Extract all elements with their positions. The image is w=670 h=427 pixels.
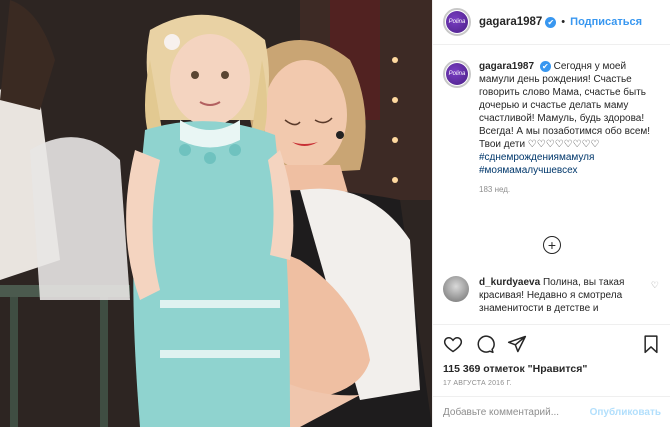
post-image xyxy=(0,0,432,427)
follow-button[interactable]: Подписаться xyxy=(570,16,642,28)
caption-avatar[interactable]: Polina xyxy=(443,60,471,88)
caption: Polina gagara1987 ✔ Сегодня у моей мамул… xyxy=(443,60,661,177)
verified-icon: ✔ xyxy=(545,16,557,28)
avatar-logo: Polina xyxy=(446,63,468,85)
comment-username[interactable]: d_kurdyaeva xyxy=(479,277,540,288)
comment-item: d_kurdyaeva Полина, вы такая красивая! Н… xyxy=(443,276,661,316)
avatar-logo: Polina xyxy=(446,11,468,33)
caption-time[interactable]: 183 нед. xyxy=(479,185,661,194)
post-date[interactable]: 17 АВГУСТА 2016 Г. xyxy=(443,380,661,387)
caption-username[interactable]: gagara1987 xyxy=(479,61,534,72)
share-icon[interactable] xyxy=(507,334,527,354)
hashtag-link[interactable]: #сднемрождениямамуля xyxy=(479,151,659,164)
author-avatar[interactable]: Polina xyxy=(443,8,471,36)
comment-like-icon[interactable]: ♡ xyxy=(651,280,659,291)
caption-text-block: gagara1987 ✔ Сегодня у моей мамули день … xyxy=(479,60,659,177)
commenter-avatar[interactable] xyxy=(443,276,469,302)
verified-icon: ✔ xyxy=(539,61,551,72)
comment-icon[interactable] xyxy=(475,334,495,354)
post-side-panel: Polina gagara1987 ✔ • Подписаться Polina… xyxy=(432,0,670,427)
load-more-comments-button[interactable]: + xyxy=(543,236,561,254)
comment-text-block: d_kurdyaeva Полина, вы такая красивая! Н… xyxy=(479,276,639,316)
heart-icon[interactable] xyxy=(443,334,463,354)
bookmark-icon[interactable] xyxy=(641,334,661,354)
author-username[interactable]: gagara1987 xyxy=(479,16,542,28)
likes-count[interactable]: 115 369 отметок "Нравится" xyxy=(443,363,661,375)
add-comment-bar: Опубликовать xyxy=(433,396,670,427)
post-header: Polina gagara1987 ✔ • Подписаться xyxy=(433,0,670,45)
post-photo[interactable] xyxy=(0,0,432,427)
post-actions: 115 369 отметок "Нравится" 17 АВГУСТА 20… xyxy=(433,324,670,387)
comment-input[interactable] xyxy=(443,406,590,418)
separator-dot: • xyxy=(561,16,566,28)
hashtag-link[interactable]: #моямамалучшевсех xyxy=(479,164,659,177)
caption-body: Сегодня у моей мамули день рождения! Сча… xyxy=(479,61,651,150)
action-icons xyxy=(443,333,661,355)
comments-area[interactable]: Polina gagara1987 ✔ Сегодня у моей мамул… xyxy=(433,46,670,324)
publish-button[interactable]: Опубликовать xyxy=(590,407,661,418)
